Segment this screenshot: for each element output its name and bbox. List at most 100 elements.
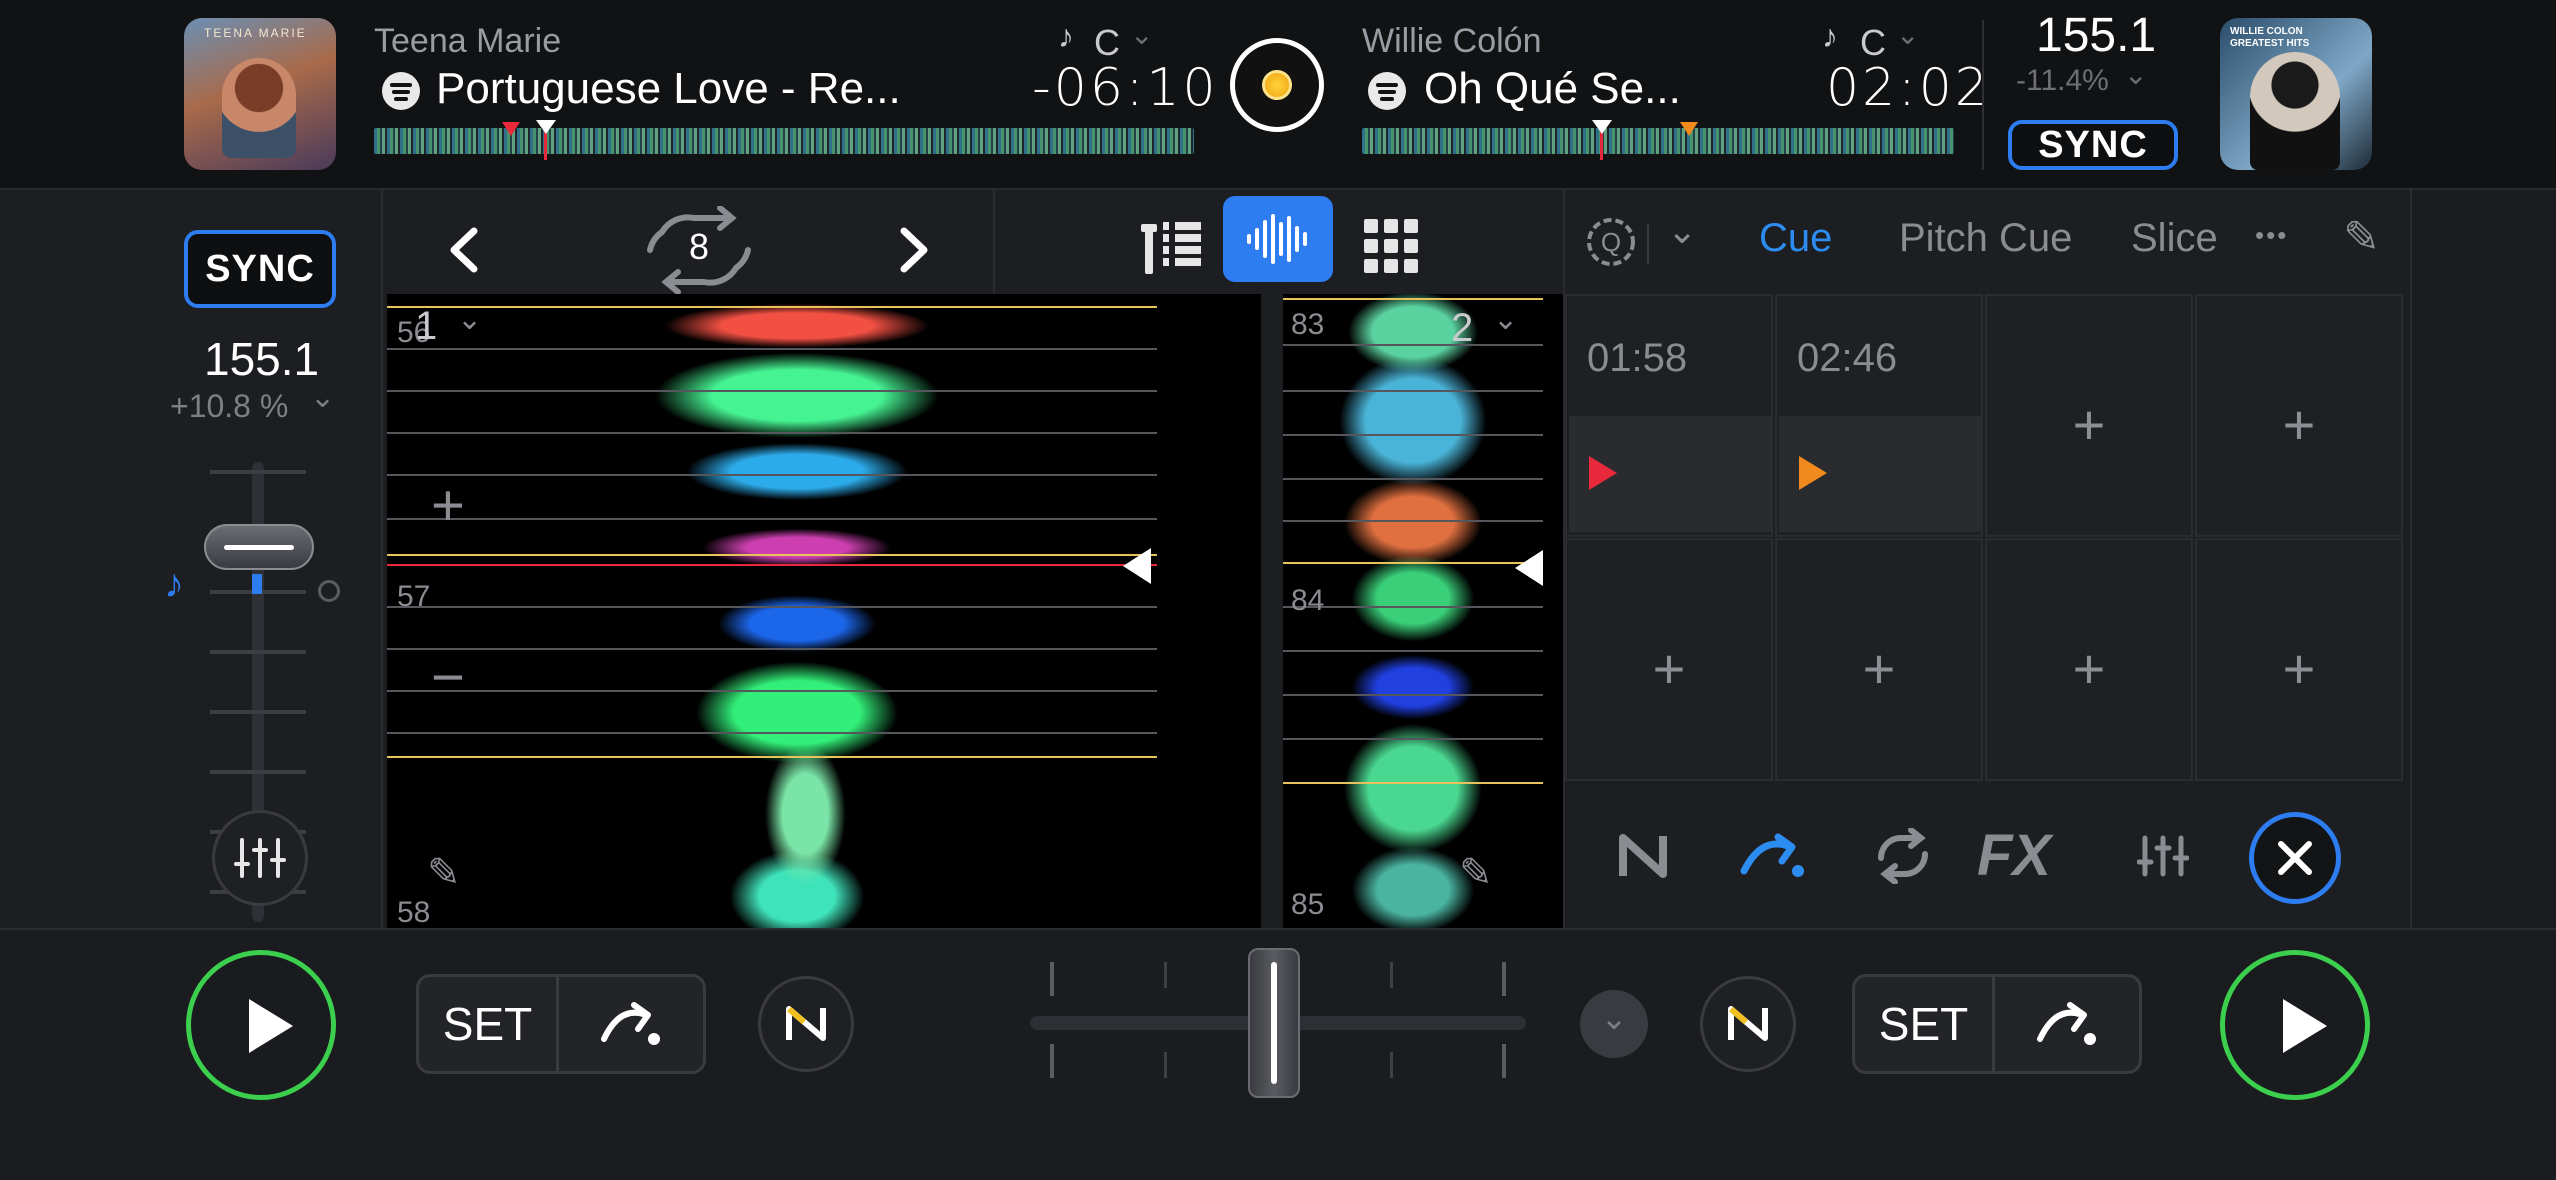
- deck-1-playhead-arrow-icon: [1123, 548, 1151, 584]
- deck-2-number[interactable]: 2: [1451, 306, 1473, 351]
- tab-cue[interactable]: Cue: [1759, 216, 1832, 261]
- hot-cue-pad-5[interactable]: +: [1565, 538, 1773, 781]
- deck-b-neural-mix-button[interactable]: [1700, 976, 1796, 1072]
- hot-cue-pad-2[interactable]: 02:46: [1775, 294, 1983, 537]
- cue-jump-mode-button[interactable]: [1733, 816, 1813, 896]
- deck-a-artist: Teena Marie: [374, 22, 562, 60]
- hot-cue-pad-8[interactable]: +: [2195, 538, 2403, 781]
- beat-line: [387, 648, 1157, 650]
- deck-2-waveform[interactable]: 83 84 85 2 ⌄ ✎: [1283, 294, 1563, 928]
- hot-cue-pad-7[interactable]: +: [1985, 538, 2193, 781]
- deck-b-set-button[interactable]: SET: [1855, 977, 1995, 1071]
- crossfader-handle[interactable]: [1248, 948, 1300, 1098]
- hot-cue-pad-3[interactable]: +: [1985, 294, 2193, 537]
- close-panel-button[interactable]: [2249, 812, 2341, 904]
- loop-next-button[interactable]: [875, 210, 955, 290]
- beat-number: 58: [397, 896, 431, 928]
- quantize-icon: Q: [1587, 218, 1635, 266]
- deck-a-art-text: TEENA MARIE: [204, 26, 307, 40]
- deck-a-time: -06:10: [1032, 58, 1219, 118]
- sliders-icon: [234, 838, 286, 878]
- waveform-view-button[interactable]: [1223, 196, 1333, 282]
- deck-b-album-art[interactable]: WILLIE COLON GREATEST HITS: [2220, 18, 2372, 170]
- deck-b-key-chevron-icon[interactable]: ⌄: [1896, 18, 1919, 51]
- deck-a-title[interactable]: Portuguese Love - Re...: [436, 64, 901, 114]
- hot-cue-pad-6[interactable]: +: [1775, 538, 1983, 781]
- hot-cue-pad-4[interactable]: +: [2195, 294, 2403, 537]
- beat-line: [1283, 520, 1543, 522]
- jump-arrow-icon: [2037, 1002, 2096, 1045]
- loop-size-button[interactable]: 8: [639, 204, 759, 296]
- deck-b-overview-waveform[interactable]: [1362, 128, 1954, 154]
- deck-a-play-button[interactable]: [186, 950, 336, 1100]
- deck-b-jump-button[interactable]: [1995, 977, 2139, 1071]
- edit-pads-icon[interactable]: ✎: [2343, 212, 2380, 263]
- spotify-icon: [1368, 72, 1406, 110]
- master-bpm: 155.1: [2036, 9, 2157, 62]
- hot-cue-red-play-icon: [1589, 456, 1617, 490]
- master-deck-indicator[interactable]: [1230, 38, 1324, 132]
- pitch-fader-center-marker: [252, 574, 262, 594]
- deck-2-edit-icon[interactable]: ✎: [1459, 850, 1493, 896]
- beat-number: 84: [1291, 584, 1325, 617]
- zoom-in-icon[interactable]: +: [431, 472, 465, 539]
- transport-divider: [0, 928, 2556, 930]
- deck-1-chevron-icon[interactable]: ⌄: [457, 302, 482, 337]
- tab-pitch-cue[interactable]: Pitch Cue: [1899, 216, 2072, 261]
- deck-a-sync-button[interactable]: SYNC: [184, 230, 336, 308]
- deck-a-set-jump-group: SET: [416, 974, 706, 1074]
- pads-view-button[interactable]: [1343, 198, 1439, 294]
- mixer-view-button[interactable]: [1125, 198, 1221, 294]
- deck-1-waveform[interactable]: 56 57 58 1 ⌄ + − ✎: [387, 294, 1261, 928]
- fx-button[interactable]: FX: [1977, 822, 2051, 889]
- neural-mix-icon: [786, 1006, 826, 1041]
- neural-mix-icon: [1619, 834, 1667, 878]
- beat-line: [387, 348, 1157, 350]
- more-tabs-icon[interactable]: •••: [2255, 220, 2288, 251]
- add-cue-icon: +: [2282, 637, 2316, 700]
- master-sync-button[interactable]: SYNC: [2008, 120, 2178, 170]
- deck-b-title[interactable]: Oh Qué Se...: [1424, 64, 1681, 114]
- jump-arrow-icon: [601, 1002, 660, 1045]
- pitch-fader-handle[interactable]: [204, 524, 314, 570]
- pitch-reset-dot-icon[interactable]: [318, 580, 340, 602]
- downbeat-line: [1283, 562, 1543, 564]
- deck-a-album-art[interactable]: TEENA MARIE: [184, 18, 336, 170]
- deck-b-play-button[interactable]: [2220, 950, 2370, 1100]
- quantize-chevron-icon[interactable]: ⌄: [1667, 210, 1697, 252]
- deck-a-art-figure: [222, 58, 296, 158]
- crossfader-options-button[interactable]: ⌄: [1580, 990, 1648, 1058]
- master-pitch-chevron-icon[interactable]: ⌄: [2124, 58, 2147, 91]
- deck-a-neural-mix-button[interactable]: [758, 976, 854, 1072]
- beat-line: [1283, 344, 1543, 346]
- deck-1-edit-icon[interactable]: ✎: [427, 850, 461, 896]
- top-bar: TEENA MARIE Teena Marie Portuguese Love …: [0, 0, 2556, 190]
- neural-mix-button[interactable]: [1603, 816, 1683, 896]
- loop-prev-button[interactable]: [423, 210, 503, 290]
- loop-mode-button[interactable]: [1863, 816, 1943, 896]
- eq-sliders-button[interactable]: [212, 810, 308, 906]
- deck-a-pitch[interactable]: +10.8 %: [170, 388, 288, 425]
- deck-a-playhead-arrow-icon: [536, 120, 556, 134]
- hot-cue-time: 02:46: [1797, 336, 1898, 380]
- deck-a-overview-waveform[interactable]: [374, 128, 1194, 154]
- deck-a-jump-button[interactable]: [559, 977, 703, 1071]
- beat-line: [1283, 298, 1543, 300]
- beat-line: [1283, 650, 1543, 652]
- eq-mode-button[interactable]: [2123, 816, 2203, 896]
- quantize-button[interactable]: Q: [1581, 212, 1641, 272]
- deck-b-artist: Willie Colón: [1362, 22, 1542, 60]
- beat-line: [387, 518, 1157, 520]
- zoom-out-icon[interactable]: −: [431, 644, 465, 711]
- deck-1-number[interactable]: 1: [415, 304, 437, 349]
- deck-a-key-chevron-icon[interactable]: ⌄: [1130, 18, 1153, 51]
- grid-icon: [1364, 219, 1418, 273]
- crossfader-handle-line: [1271, 962, 1277, 1084]
- hot-cue-pad-1[interactable]: 01:58: [1565, 294, 1773, 537]
- tab-slice[interactable]: Slice: [2131, 216, 2218, 261]
- deck-a-set-button[interactable]: SET: [419, 977, 559, 1071]
- deck-a-pitch-chevron-icon[interactable]: ⌄: [310, 380, 335, 415]
- deck-2-chevron-icon[interactable]: ⌄: [1493, 302, 1518, 337]
- neural-mix-icon: [1728, 1006, 1768, 1041]
- master-pitch[interactable]: -11.4%: [2016, 64, 2109, 98]
